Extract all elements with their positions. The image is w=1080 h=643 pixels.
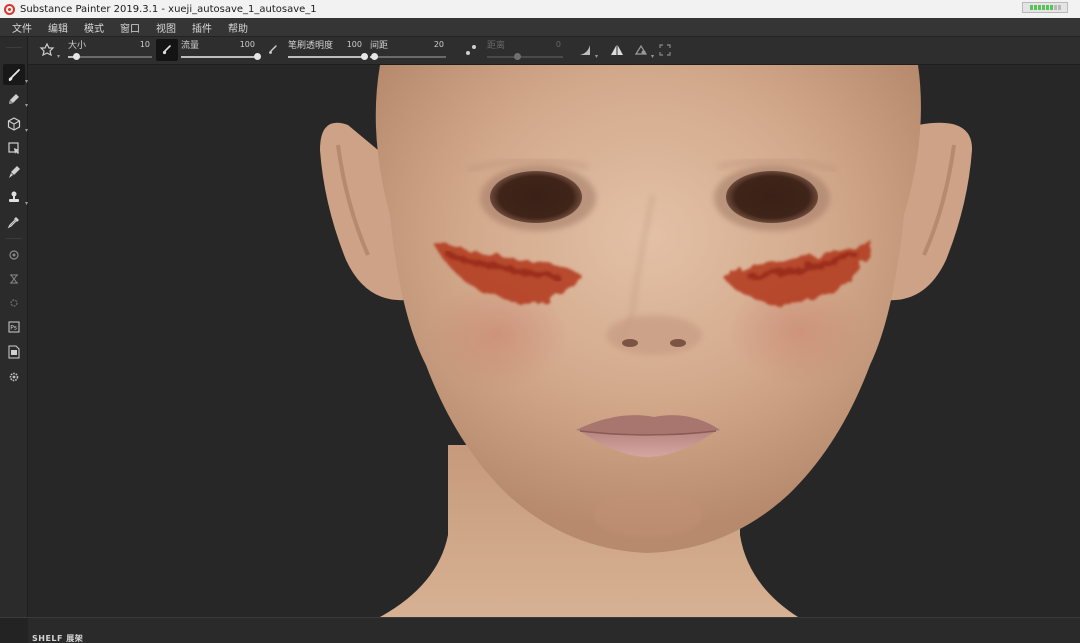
bake-tool-button[interactable] (3, 244, 25, 265)
physics-tool-button[interactable] (3, 292, 25, 313)
clone-stamp-icon (9, 191, 19, 202)
shelf-tab[interactable]: SHELF 展架 (32, 633, 83, 643)
polygon-fill-icon (8, 141, 19, 154)
svg-text:Ps: Ps (10, 324, 17, 331)
color-picker-icon (7, 216, 19, 228)
symmetry-settings-button[interactable] (654, 39, 676, 61)
pressure-curve-button[interactable]: ▾ (574, 39, 598, 61)
distance-label: 距离 (487, 41, 506, 51)
opacity-pen-button[interactable] (262, 39, 284, 61)
spacing-label: 间距 (370, 41, 389, 51)
pen-pressure-icon (269, 45, 277, 54)
spacing-slider[interactable]: 间距 20 (370, 37, 446, 65)
transform-icon (659, 44, 671, 56)
brush-preset-icon (39, 42, 55, 57)
stroke-opacity-value[interactable]: 100 (347, 40, 362, 49)
tool-sidebar: ▾ ▾ ▾ ▾ Ps (0, 37, 28, 617)
eraser-icon (9, 93, 19, 104)
distance-value: 0 (555, 40, 561, 49)
menu-mode[interactable]: 模式 (76, 20, 112, 35)
menu-edit[interactable]: 编辑 (40, 20, 76, 35)
gpu-meter-icon (1022, 2, 1068, 13)
distance-slider: 距离 0 (487, 37, 563, 65)
spacing-slider-handle[interactable] (370, 53, 378, 60)
distance-slider-handle (514, 53, 522, 60)
symmetry-icon (611, 45, 623, 55)
photoshop-export-icon: Ps (8, 321, 20, 332)
window-title: Substance Painter 2019.3.1 - xueji_autos… (20, 3, 317, 15)
stroke-opacity-label: 笔刷透明度 (288, 41, 334, 51)
curve-icon (580, 45, 590, 55)
stroke-opacity-slider-handle[interactable] (361, 53, 368, 60)
color-picker-tool-button[interactable] (3, 211, 25, 232)
tool-options-bar: ▾ 大小 10 流量 100 笔刷透明度 100 间距 20 距离 0 ▾ ▾ (28, 37, 1080, 65)
alignment-toggle-button[interactable] (156, 39, 178, 61)
flow-value[interactable]: 100 (240, 40, 255, 49)
menu-help[interactable]: 帮助 (220, 20, 256, 35)
paint-brush-icon (8, 68, 20, 81)
photoshop-export-button[interactable]: Ps (3, 316, 25, 337)
symmetry-mode-icon (634, 44, 648, 55)
lazy-mouse-icon (466, 45, 476, 55)
physics-icon (10, 298, 18, 307)
menu-window[interactable]: 窗口 (112, 20, 148, 35)
title-bar: Substance Painter 2019.3.1 - xueji_autos… (0, 0, 1080, 18)
shelf-panel: SHELF 展架 (0, 617, 1080, 643)
clone-tool-button[interactable]: ▾ (3, 186, 28, 207)
menu-plugins[interactable]: 插件 (184, 20, 220, 35)
uv-tile-tool-button[interactable] (3, 268, 25, 289)
symmetry-button[interactable] (606, 39, 628, 61)
menu-view[interactable]: 视图 (148, 20, 184, 35)
size-slider[interactable]: 大小 10 (68, 37, 152, 65)
brush-stroke-icon (162, 45, 171, 55)
size-slider-handle[interactable] (73, 53, 81, 60)
lazy-mouse-button[interactable] (460, 39, 482, 61)
settings-icon (9, 372, 19, 381)
substance-painter-window: Substance Painter 2019.3.1 - xueji_autos… (0, 0, 1080, 643)
polygon-fill-tool-button[interactable] (3, 137, 25, 158)
flow-slider[interactable]: 流量 100 (181, 37, 261, 65)
size-label: 大小 (68, 41, 87, 51)
menu-bar: 文件 编辑 模式 窗口 视图 插件 帮助 (0, 18, 1080, 37)
document-export-button[interactable] (3, 341, 25, 362)
spacing-value[interactable]: 20 (434, 40, 444, 49)
smudge-tool-button[interactable] (3, 161, 25, 182)
paint-tool-button[interactable]: ▾ (3, 64, 28, 85)
smudge-icon (9, 165, 20, 178)
brush-preset-button[interactable]: ▾ (36, 39, 60, 61)
settings-tool-button[interactable] (3, 366, 25, 387)
menu-file[interactable]: 文件 (4, 20, 40, 35)
flow-slider-handle[interactable] (254, 53, 261, 60)
bake-icon (9, 249, 19, 260)
projection-icon (7, 116, 21, 131)
head-model-render[interactable] (28, 65, 1080, 617)
3d-viewport[interactable] (28, 65, 1080, 617)
eraser-tool-button[interactable]: ▾ (3, 88, 28, 109)
stroke-opacity-slider[interactable]: 笔刷透明度 100 (288, 37, 368, 65)
flow-label: 流量 (181, 41, 200, 51)
symmetry-mode-button[interactable]: ▾ (630, 39, 654, 61)
projection-tool-button[interactable]: ▾ (3, 113, 28, 134)
size-value[interactable]: 10 (140, 40, 150, 49)
substance-logo-icon (4, 3, 15, 15)
document-export-icon (8, 345, 20, 358)
uv-tile-icon (10, 274, 18, 283)
